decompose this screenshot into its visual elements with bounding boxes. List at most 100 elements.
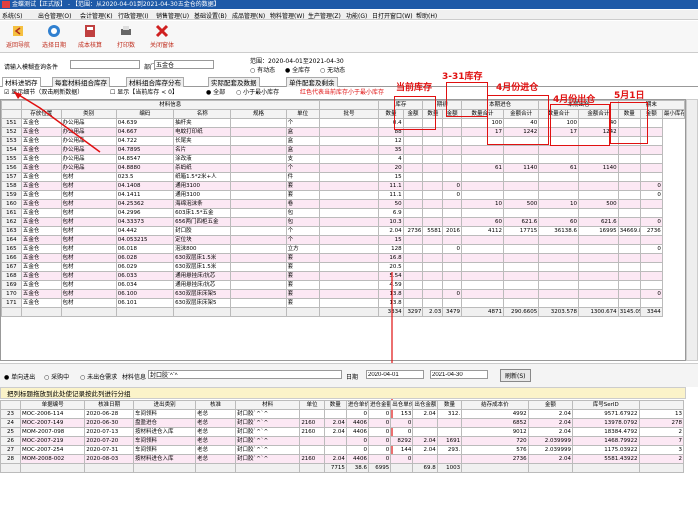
table-row[interactable]: 170 五金仓 包材 06.100 630双层床床架5 套 13.8 0 0 — [1, 289, 685, 299]
back-button[interactable]: 返回导航 — [0, 24, 36, 49]
col2-out-price[interactable]: 出仓单价 — [390, 400, 414, 410]
table-row[interactable]: 168 五金仓 包材 06.033 通用悬挂床/抗芯 套 5.54 — [1, 271, 685, 281]
menu-material[interactable]: 物料管理(W) — [270, 11, 305, 20]
col2-cost[interactable]: 结存成本价 — [461, 400, 529, 410]
col2-qty[interactable]: 数量 — [323, 400, 347, 410]
show-detail-checkbox[interactable]: ☑ 显示细节（双击刷新数据） — [4, 88, 83, 98]
col2-out-amt[interactable]: 出仓金额 — [412, 400, 438, 410]
col2-in-price[interactable]: 进仓单价 — [345, 400, 370, 410]
summary-cell — [230, 307, 287, 317]
menu-sales[interactable]: 销售管理(U) — [156, 11, 189, 20]
table-row[interactable]: 169 五金仓 包材 06.034 通用悬挂床/抗芯 套 4.59 — [1, 280, 685, 290]
table-cell — [442, 172, 463, 182]
table-row[interactable]: 27 MOC-2007-254 2020-07-31 车间领料 老总 封口胶`^`^ 0 0 1… — [0, 445, 685, 455]
table-row[interactable]: 162 五金仓 包材 04.33373 656两门四柜五金包 10.3 60 621.6 60 6… — [1, 217, 685, 227]
table-row[interactable]: 154 五金仓 办公用品 04.7895 名片 盒 35 — [1, 145, 685, 155]
table-cell — [230, 235, 287, 245]
detail-grid[interactable]: 单据编号 核准日期 进出类别 核准 材料 单位 数量 进仓单价 进仓金额 出仓单… — [0, 400, 686, 507]
col2-bal-qty[interactable]: 数量 — [436, 400, 463, 410]
col-location[interactable]: 存放位置 — [20, 109, 62, 119]
filter-panel: 请输入模糊查询条件 部门 范围：2020-04-01至2021-04-30 ○ … — [0, 54, 698, 76]
table-row[interactable]: 160 五金仓 包材 04.25362 海绵泡沫条卷 50 10 500 10 500 — [1, 199, 685, 209]
col-name[interactable]: 名称 — [173, 109, 232, 119]
radio-not-out[interactable]: ○ 未出仓需求 — [80, 372, 117, 381]
radio-dynamic[interactable]: ○ 有动态 — [250, 65, 275, 74]
table-row[interactable]: 28 MOM-2008-002 2020-08-03 按材料进仓入库 老总 封口胶`^`^… — [0, 454, 685, 464]
radio-all-stock[interactable]: ● 全库存 — [285, 65, 310, 74]
menu-admin[interactable]: 行政管理(I) — [118, 11, 148, 20]
col2-in-amt[interactable]: 进仓金额 — [368, 400, 392, 410]
table-cell: 五金仓 — [20, 262, 62, 272]
tab-set-stock[interactable]: 每套材料组合库存 — [52, 77, 110, 87]
col2-amt[interactable]: 金额 — [527, 400, 574, 410]
table-row[interactable]: 155 五金仓 办公用品 04.8547 涂改液 支 4 — [1, 154, 685, 164]
menu-system[interactable]: 系统(S) — [2, 11, 23, 20]
col-category[interactable]: 类别 — [60, 109, 117, 119]
table-row[interactable]: 163 五金仓 包材 04.442 封口胶个 2.04 2736 5581 2016 4112 17… — [1, 226, 685, 236]
radio-purchasing[interactable]: ○ 采购中 — [44, 372, 69, 381]
menu-product[interactable]: 成品管理(N) — [232, 11, 265, 20]
search-input[interactable] — [70, 60, 140, 69]
radio-no-dynamic[interactable]: ○ 无动态 — [320, 65, 345, 74]
col2-inout-type[interactable]: 进出类别 — [133, 400, 197, 410]
row-number: 161 — [1, 208, 22, 218]
col2-unit[interactable]: 单位 — [299, 400, 325, 410]
table-row[interactable]: 164 五金仓 包材 04.053215 定位块 个 15 — [1, 235, 685, 245]
date-to-input[interactable] — [430, 370, 488, 379]
table-row[interactable]: 165 五金仓 包材 06.018 泡沫800 立方 128 0 0 — [1, 244, 685, 254]
table-cell: 2.04 — [323, 427, 347, 437]
tab-actual-set[interactable]: 实际配套及数据 — [208, 77, 260, 87]
table-row[interactable]: 26 MOC-2007-219 2020-07-20 车间领料 老总 封口胶`^`^ 0 0 8… — [0, 436, 685, 446]
menu-windows[interactable]: 日打开窗口(W) — [372, 11, 413, 20]
col2-approve-date[interactable]: 核准日期 — [84, 400, 135, 410]
col-unit[interactable]: 单位 — [285, 109, 320, 119]
table-row[interactable]: 158 五金仓 包材 04.1408 通用3100 套 11.1 0 0 — [1, 181, 685, 191]
close-form-button[interactable]: 关闭窗体 — [144, 24, 180, 49]
menu-basic[interactable]: 基础设置(B) — [194, 11, 227, 20]
table-row[interactable]: 156 五金仓 办公用品 04.8880 杀蚂纸个 20 61 1140 61 1140 — [1, 163, 685, 173]
table-row[interactable]: 24 MOC-2007-149 2020-06-30 盘盈进仓 老总 封口胶`^`^ 216… — [0, 418, 685, 428]
col2-doc-no[interactable]: 单据编号 — [19, 400, 86, 410]
menu-outbound[interactable]: 出仓管理(O) — [38, 11, 71, 20]
col2-approver[interactable]: 核准 — [195, 400, 237, 410]
table-cell: 1140 — [502, 163, 540, 173]
radio-all[interactable]: ● 全部 — [206, 88, 225, 98]
tab-material-ledger[interactable]: 材料进销存 — [2, 77, 41, 87]
col-batch[interactable]: 批号 — [318, 109, 380, 119]
table-row[interactable]: 166 五金仓 包材 06.028 630双层床1.5米 套 16.8 — [1, 253, 685, 263]
col-spec[interactable]: 规格 — [230, 109, 287, 119]
material-info-input[interactable] — [148, 370, 342, 379]
tab-single-set[interactable]: 单件配套及剩余 — [286, 77, 338, 87]
print-button[interactable]: 打印数 — [108, 24, 144, 49]
table-row[interactable]: 161 五金仓 包材 04.2996 603床1.5*五金 包 6.9 — [1, 208, 685, 218]
menu-function[interactable]: 功能(G) — [346, 11, 367, 20]
radio-single-inout[interactable]: ● 单向进出 — [4, 372, 35, 381]
table-row[interactable]: 23 MOC-2006-114 2020-06-28 车间领料 老总 封口胶`^`^ 0 0 1… — [0, 409, 685, 419]
radio-below-min[interactable]: ○ 小于最小库存 — [236, 88, 279, 98]
table-row[interactable]: 25 MOM-2007-098 2020-07-13 按材料进仓入库 老总 封口胶`^`^… — [0, 427, 685, 437]
table-row[interactable]: 171 五金仓 包材 06.101 630双层床床架5 套 13.8 — [1, 298, 685, 308]
menu-production[interactable]: 生产管理(Z) — [308, 11, 341, 20]
row-number: 157 — [1, 172, 22, 182]
window-title: 金蝶测试【正式版】 - 【范围：从2020-04-01到2021-04-30五金… — [12, 1, 220, 8]
col-code[interactable]: 编码 — [115, 109, 175, 119]
grid-scrollbar[interactable] — [686, 99, 698, 361]
table-cell: 04.25362 — [115, 199, 175, 209]
date-from-input[interactable] — [366, 370, 424, 379]
dept-select[interactable] — [154, 60, 214, 69]
menu-help[interactable]: 帮助(H) — [416, 11, 437, 20]
table-cell — [442, 199, 463, 209]
refresh-button[interactable]: 刷新(S) — [500, 369, 531, 382]
col2-serid[interactable]: 库号SerID — [572, 400, 640, 410]
col-min[interactable]: 最小库存 — [661, 109, 685, 119]
table-row[interactable]: 157 五金仓 包材 023.5 纸箱1.5*2米+人 件 15 — [1, 172, 685, 182]
select-date-button[interactable]: 选择日期 — [36, 24, 72, 49]
table-row[interactable]: 167 五金仓 包材 06.029 630双层床1.5米 套 20.5 — [1, 262, 685, 272]
cost-calc-button[interactable]: 成本核算 — [72, 24, 108, 49]
menu-accounting[interactable]: 会计管理(K) — [80, 11, 113, 20]
tab-set-distribution[interactable]: 材料组合库存分布 — [126, 77, 184, 87]
col2-material[interactable]: 材料 — [235, 400, 301, 410]
table-cell: 6852 — [461, 418, 529, 428]
show-current-checkbox[interactable]: ☐ 显示【当前库存 < 0】 — [110, 88, 178, 98]
table-row[interactable]: 159 五金仓 包材 04.1411 通用3100 套 11.1 0 0 — [1, 190, 685, 200]
